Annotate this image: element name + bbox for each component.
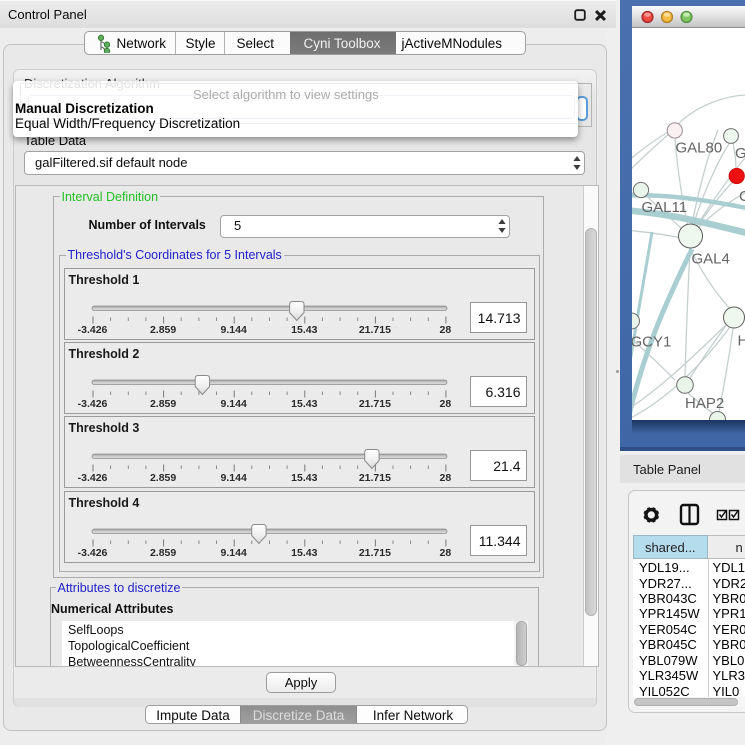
svg-text:H: H — [738, 333, 745, 350]
svg-text:GAL80: GAL80 — [676, 140, 723, 157]
svg-text:GAL11: GAL11 — [642, 199, 688, 216]
svg-text:HAP2: HAP2 — [685, 395, 724, 412]
svg-text:GA: GA — [735, 145, 745, 162]
svg-text:GAL4: GAL4 — [692, 251, 730, 268]
svg-text:GCY1: GCY1 — [632, 334, 671, 351]
svg-text:C: C — [739, 188, 745, 205]
